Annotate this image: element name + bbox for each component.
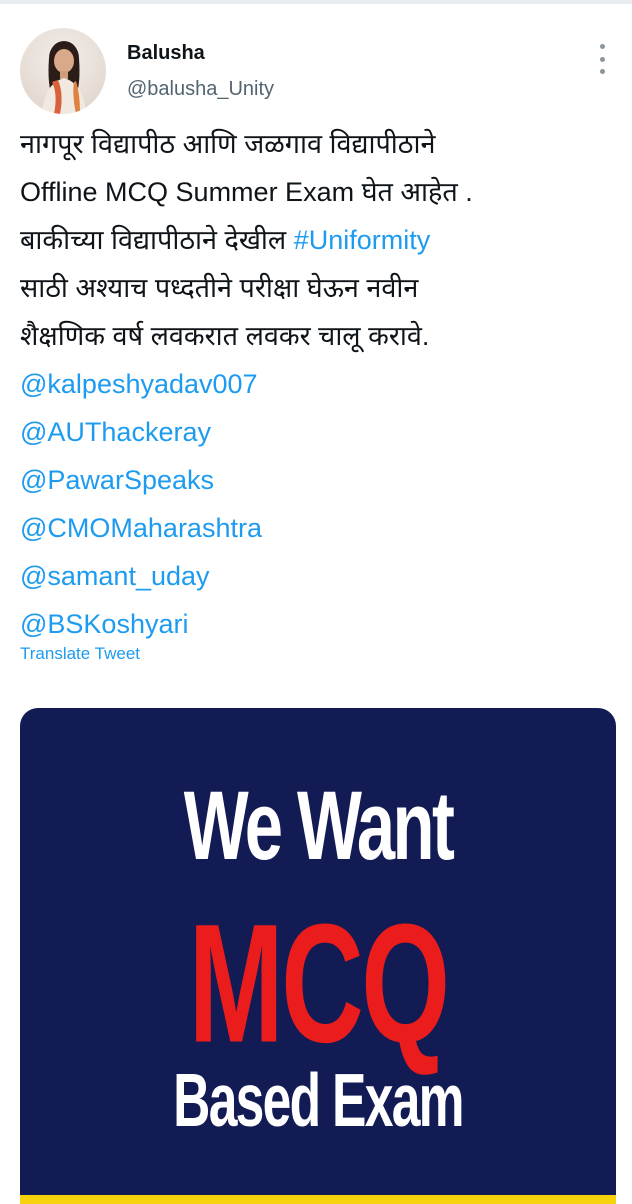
mention-link[interactable]: @samant_uday [20, 552, 620, 600]
author-handle[interactable]: @balusha_Unity [127, 78, 274, 101]
hashtag-link[interactable]: #Uniformity [294, 225, 431, 255]
avatar-photo-icon [42, 41, 86, 114]
tweet-line-2: Offline MCQ Summer Exam घेत आहेत . [20, 177, 473, 207]
more-options-icon[interactable] [594, 44, 610, 74]
tweet-media-image[interactable]: We Want MCQ Based Exam [20, 708, 616, 1204]
tweet-text: नागपूर विद्यापीठ आणि जळगाव विद्यापीठाने … [20, 120, 620, 648]
mention-link[interactable]: @BSKoshyari [20, 600, 620, 648]
mention-link[interactable]: @AUThackeray [20, 408, 620, 456]
media-headline-1: We Want [183, 771, 455, 880]
tweet-line-4: साठी अश्याच पध्दतीने परीक्षा घेऊन नवीन [20, 273, 419, 303]
dot [599, 69, 605, 74]
mention-link[interactable]: @PawarSpeaks [20, 456, 620, 504]
tweet-line-3: बाकीच्या विद्यापीठाने देखील #Uniformity [20, 216, 620, 264]
tweet-line-1: नागपूर विद्यापीठ आणि जळगाव विद्यापीठाने [20, 129, 436, 159]
mention-link[interactable]: @CMOMaharashtra [20, 504, 620, 552]
media-headline-3: Based Exam [173, 1058, 464, 1143]
tweet-line-5: शैक्षणिक वर्ष लवकरात लवकर चालू करावे. [20, 321, 430, 351]
dot [599, 56, 605, 62]
dot [599, 44, 605, 49]
author-name[interactable]: Balusha [127, 42, 205, 65]
tweet-card: Balusha @balusha_Unity नागपूर विद्यापीठ … [0, 4, 632, 1204]
mention-link[interactable]: @kalpeshyadav007 [20, 360, 620, 408]
avatar[interactable] [20, 28, 106, 114]
media-headline-2: MCQ [188, 888, 451, 1078]
tweet-line-3-text: बाकीच्या विद्यापीठाने देखील [20, 225, 294, 255]
translate-tweet-link[interactable]: Translate Tweet [20, 644, 140, 664]
